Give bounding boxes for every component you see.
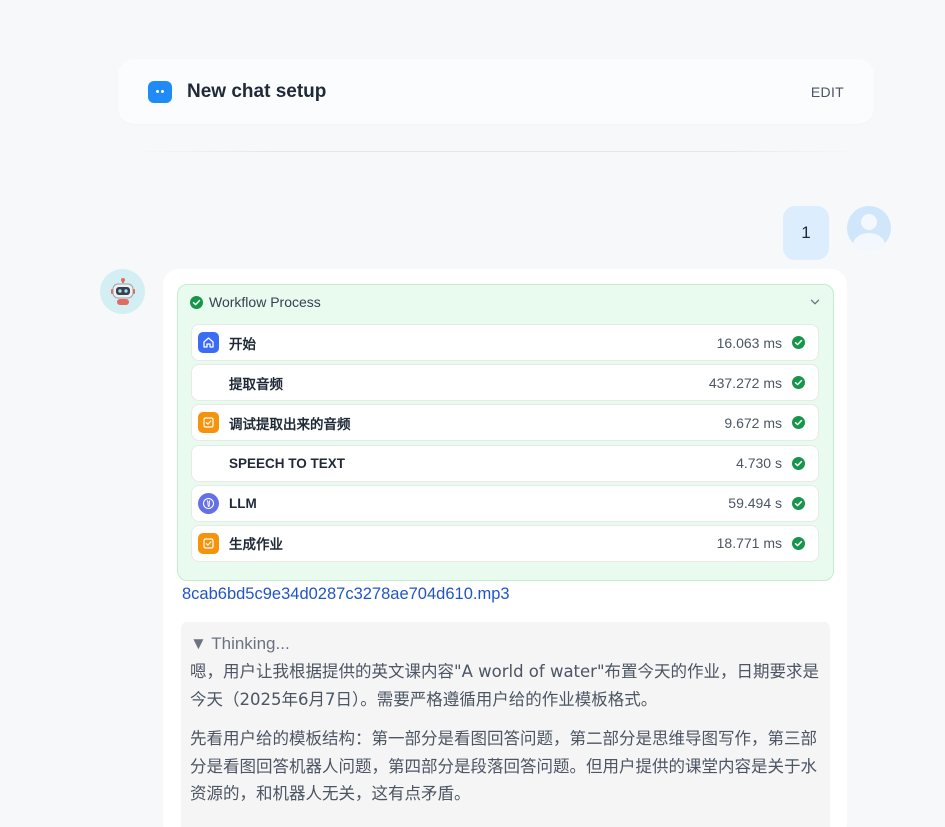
blank-icon	[198, 452, 219, 474]
chat-bot-icon	[148, 80, 172, 103]
node-duration: 18.771 ms	[716, 535, 782, 552]
audio-file-link[interactable]: 8cab6bd5c9e34d0287c3278ae704d610.mp3	[182, 585, 510, 604]
workflow-header[interactable]: Workflow Process	[190, 293, 821, 311]
node-name: 提取音频	[229, 376, 283, 392]
check-circle-icon	[792, 536, 805, 550]
node-name: SPEECH TO TEXT	[229, 455, 346, 471]
node-name: LLM	[229, 495, 257, 511]
chevron-down-icon[interactable]	[809, 296, 821, 308]
node-name: 调试提取出来的音频	[229, 416, 351, 432]
check-circle-icon	[792, 376, 805, 390]
node-duration: 437.272 ms	[708, 374, 782, 391]
node-duration: 9.672 ms	[724, 414, 782, 431]
user-avatar-icon	[847, 206, 891, 250]
check-circle-icon	[792, 416, 805, 430]
user-message-bubble: 1	[783, 206, 829, 260]
node-name: 开始	[229, 336, 256, 352]
workflow-title: Workflow Process	[209, 294, 321, 310]
thinking-paragraph: 嗯，用户让我根据提供的英文课内容"A world of water"布置今天的作…	[190, 662, 820, 709]
workflow-node[interactable]: 调试提取出来的音频 9.672 ms	[191, 404, 819, 442]
llm-icon	[198, 492, 219, 514]
check-circle-icon	[190, 295, 203, 309]
code-icon	[198, 532, 219, 554]
workflow-node[interactable]: 开始 16.063 ms	[191, 324, 819, 361]
workflow-node-list: 开始 16.063 ms 提取音频 437.272 ms 调试提取出来的音频 9…	[191, 324, 819, 565]
header-divider	[130, 151, 860, 152]
home-icon	[198, 332, 219, 353]
workflow-node[interactable]: 提取音频 437.272 ms	[191, 364, 819, 402]
check-circle-icon	[792, 496, 805, 510]
robot-avatar-icon	[100, 269, 145, 314]
blank-icon	[198, 372, 219, 394]
check-circle-icon	[792, 336, 805, 349]
workflow-node[interactable]: SPEECH TO TEXT 4.730 s	[191, 444, 819, 482]
thinking-paragraph: 先看用户给的模板结构：第一部分是看图回答问题，第二部分是思维导图写作，第三部分是…	[190, 729, 817, 803]
thinking-toggle[interactable]: ▼ Thinking...	[190, 634, 290, 654]
code-icon	[198, 412, 219, 434]
node-duration: 59.494 s	[728, 495, 782, 512]
workflow-node[interactable]: 生成作业 18.771 ms	[191, 524, 819, 562]
workflow-process-panel: Workflow Process 开始 16.063 ms 提取音频 437.2…	[177, 284, 834, 581]
check-circle-icon	[792, 456, 805, 470]
chat-title: New chat setup	[187, 80, 327, 102]
workflow-node[interactable]: LLM 59.494 s	[191, 484, 819, 522]
chat-header: New chat setup EDIT	[118, 59, 874, 124]
node-duration: 4.730 s	[736, 455, 782, 472]
thinking-panel: ▼ Thinking... 嗯，用户让我根据提供的英文课内容"A world o…	[181, 622, 830, 827]
node-duration: 16.063 ms	[716, 334, 782, 351]
node-name: 生成作业	[229, 537, 283, 553]
edit-button[interactable]: EDIT	[811, 84, 844, 100]
